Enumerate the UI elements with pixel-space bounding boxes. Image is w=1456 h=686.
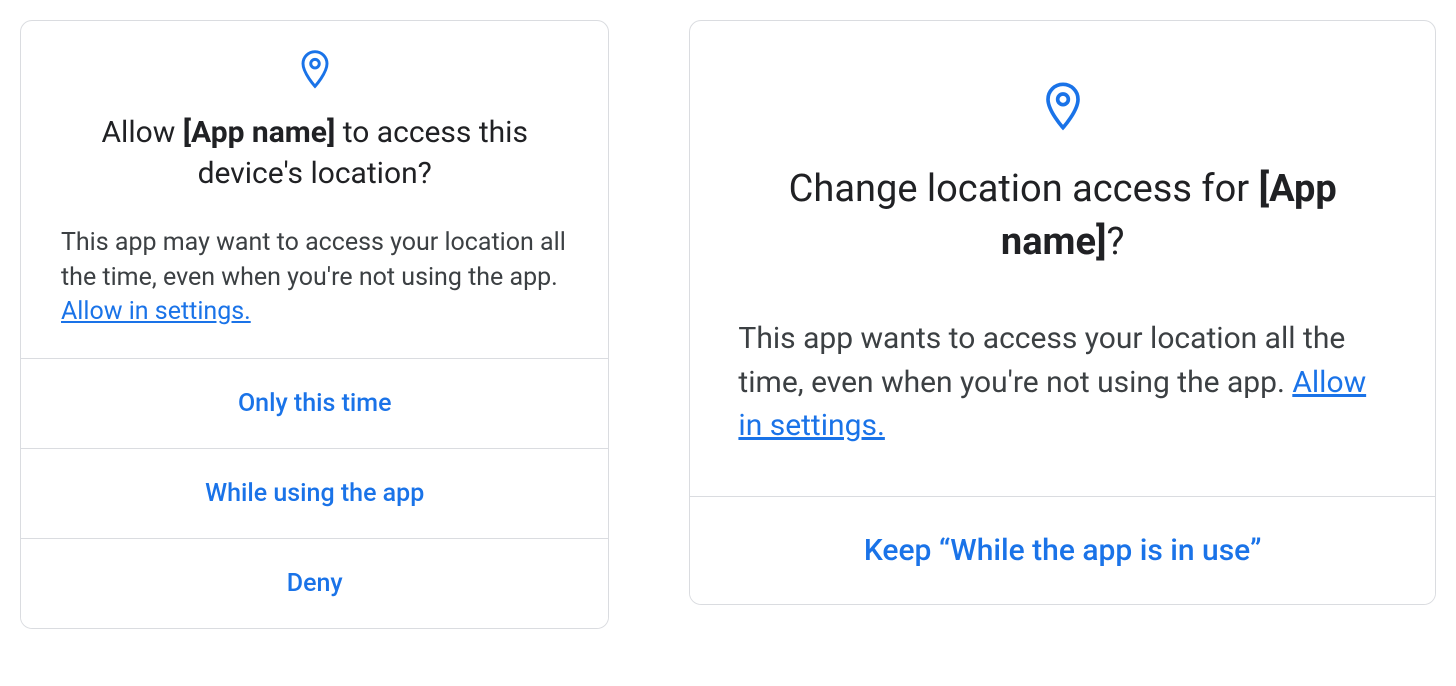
location-icon (1043, 81, 1083, 135)
title-prefix: Allow (101, 115, 182, 150)
dialog-header: Allow [App name] to access this device's… (21, 21, 608, 226)
title-suffix: ? (1107, 220, 1125, 264)
deny-button[interactable]: Deny (21, 538, 608, 628)
dialog-buttons: Only this time While using the app Deny (21, 358, 608, 628)
dialog-body: This app wants to access your location a… (690, 317, 1435, 496)
while-using-app-button[interactable]: While using the app (21, 448, 608, 538)
dialog-title: Change location access for [App name]? (738, 163, 1387, 269)
keep-while-in-use-button[interactable]: Keep “While the app is in use” (690, 496, 1435, 604)
title-prefix: Change location access for (789, 167, 1259, 211)
body-text: This app wants to access your location a… (738, 321, 1345, 400)
dialog-header: Change location access for [App name]? (690, 21, 1435, 317)
title-app-name: [App name] (183, 115, 336, 150)
body-text: This app may want to access your locatio… (61, 228, 566, 292)
dialog-title: Allow [App name] to access this device's… (61, 113, 568, 194)
dialog-buttons: Keep “While the app is in use” (690, 496, 1435, 604)
dialog-body: This app may want to access your locatio… (21, 226, 608, 358)
location-icon (299, 49, 331, 93)
only-this-time-button[interactable]: Only this time (21, 358, 608, 448)
allow-in-settings-link[interactable]: Allow in settings. (61, 297, 251, 326)
permission-dialog-allow: Allow [App name] to access this device's… (20, 20, 609, 629)
permission-dialog-change: Change location access for [App name]? T… (689, 20, 1436, 605)
